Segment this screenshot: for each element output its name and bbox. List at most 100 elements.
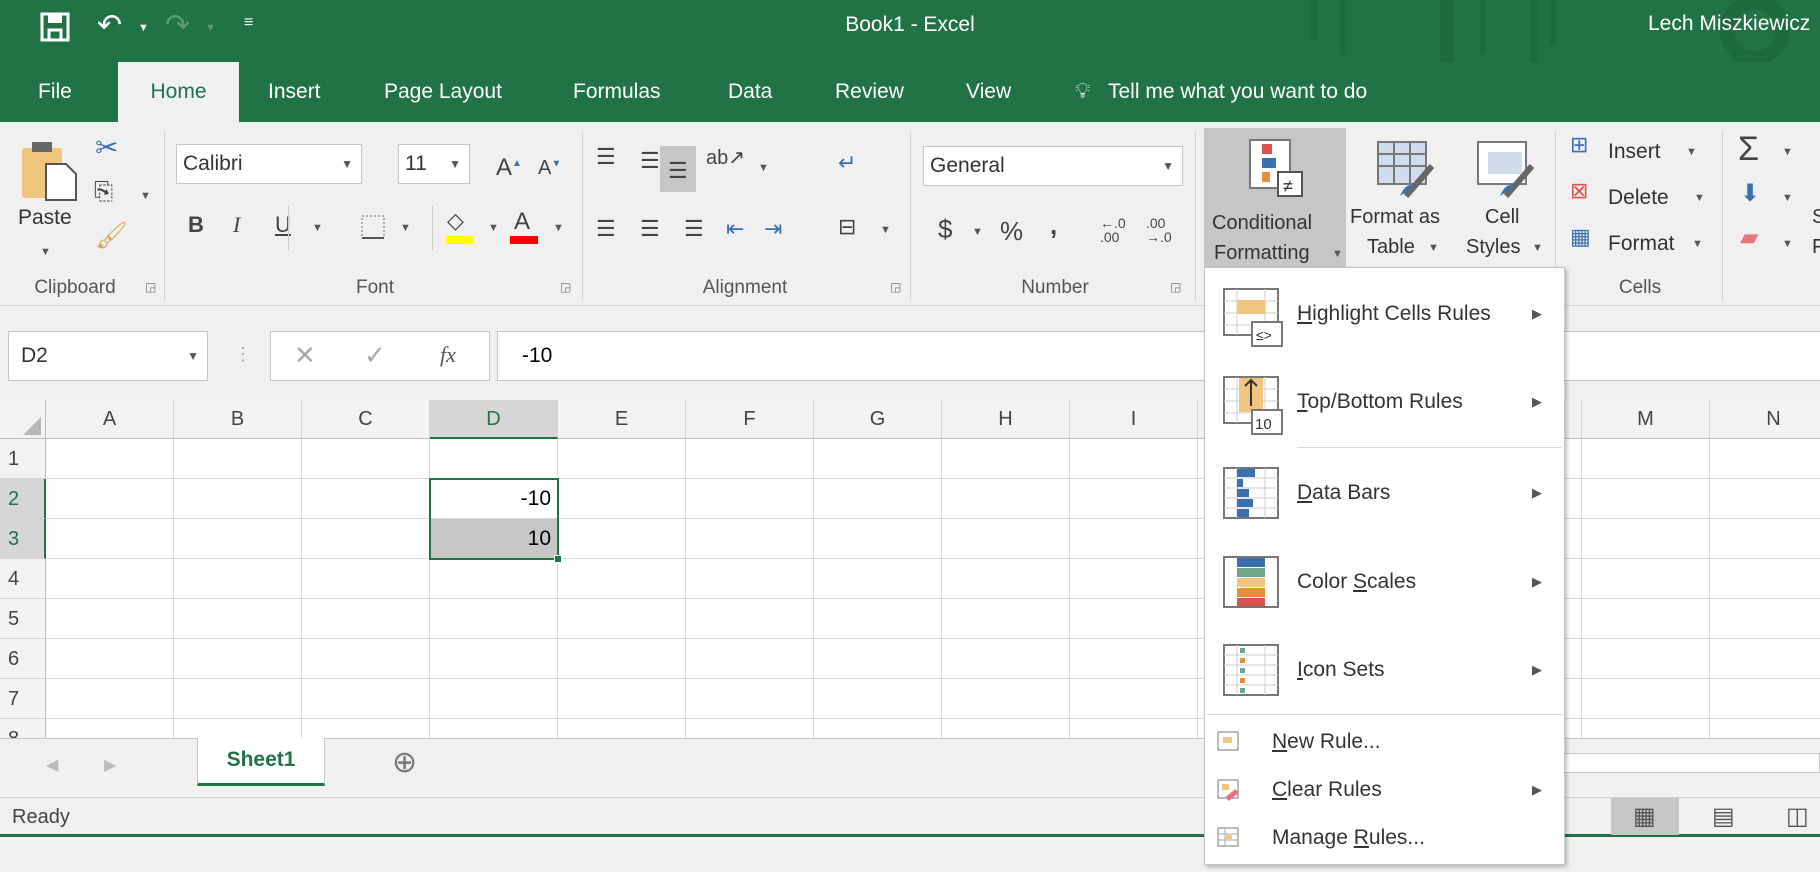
- merge-dropdown-icon[interactable]: ▼: [880, 224, 891, 236]
- cell-a7[interactable]: [46, 679, 174, 719]
- enter-icon[interactable]: ✓: [364, 340, 386, 371]
- delete-cells-icon[interactable]: ⊠: [1570, 180, 1588, 202]
- column-header-f[interactable]: F: [686, 400, 814, 439]
- cell-n3[interactable]: [1710, 519, 1820, 559]
- increase-font-size-icon[interactable]: A▲: [496, 156, 522, 180]
- page-layout-view-icon[interactable]: ▤: [1712, 802, 1735, 831]
- cell-c6[interactable]: [302, 639, 430, 679]
- cell-d5[interactable]: [430, 599, 558, 639]
- cell-n1[interactable]: [1710, 439, 1820, 479]
- tab-review[interactable]: Review: [827, 62, 912, 122]
- format-as-table-icon[interactable]: [1376, 140, 1436, 198]
- fill-down-icon[interactable]: ⬇: [1740, 182, 1760, 206]
- cell-e7[interactable]: [558, 679, 686, 719]
- cell-h7[interactable]: [942, 679, 1070, 719]
- menu-item-new-rule[interactable]: New Rule...: [1205, 720, 1564, 764]
- decrease-indent-icon[interactable]: ⇤: [726, 218, 744, 240]
- top-align-icon[interactable]: ☰: [596, 146, 616, 168]
- font-name-combo[interactable]: Calibri ▼: [176, 144, 362, 184]
- name-box[interactable]: D2 ▼: [8, 331, 208, 381]
- font-color-dropdown-icon[interactable]: ▼: [553, 222, 564, 234]
- cell-a1[interactable]: [46, 439, 174, 479]
- row-header-3[interactable]: 3: [0, 519, 46, 559]
- cell-g2[interactable]: [814, 479, 942, 519]
- user-name[interactable]: Lech Miszkiewicz: [1648, 12, 1810, 36]
- cell-b5[interactable]: [174, 599, 302, 639]
- wrap-text-icon[interactable]: ↵: [838, 152, 856, 174]
- cell-g5[interactable]: [814, 599, 942, 639]
- cell-a5[interactable]: [46, 599, 174, 639]
- normal-view-button[interactable]: ▦: [1611, 798, 1679, 835]
- cell-h4[interactable]: [942, 559, 1070, 599]
- cell-g6[interactable]: [814, 639, 942, 679]
- cell-c4[interactable]: [302, 559, 430, 599]
- increase-indent-icon[interactable]: ⇥: [764, 218, 782, 240]
- paste-label[interactable]: Paste: [18, 206, 72, 230]
- cell-g4[interactable]: [814, 559, 942, 599]
- cell-f2[interactable]: [686, 479, 814, 519]
- cell-n2[interactable]: [1710, 479, 1820, 519]
- cell-n5[interactable]: [1710, 599, 1820, 639]
- cell-n7[interactable]: [1710, 679, 1820, 719]
- tab-home[interactable]: Home: [118, 62, 239, 122]
- orientation-icon[interactable]: ab↗: [706, 148, 745, 168]
- cancel-icon[interactable]: ✕: [294, 340, 316, 371]
- scroll-sheets-right-icon[interactable]: ▶: [104, 755, 116, 775]
- cell-m8[interactable]: [1582, 719, 1710, 738]
- tab-view[interactable]: View: [958, 62, 1019, 122]
- cell-m3[interactable]: [1582, 519, 1710, 559]
- cell-d1[interactable]: [430, 439, 558, 479]
- tab-insert[interactable]: Insert: [260, 62, 329, 122]
- paste-dropdown-icon[interactable]: ▼: [40, 246, 51, 258]
- cell-d3[interactable]: 10: [430, 519, 558, 559]
- cell-d8[interactable]: [430, 719, 558, 738]
- row-header-1[interactable]: 1: [0, 439, 46, 479]
- menu-item-manage-rules[interactable]: Manage Rules...: [1205, 816, 1564, 860]
- cell-d4[interactable]: [430, 559, 558, 599]
- column-header-d[interactable]: D: [430, 400, 558, 439]
- orientation-dropdown-icon[interactable]: ▼: [758, 162, 769, 174]
- tell-me-search[interactable]: Tell me what you want to do: [1100, 62, 1375, 122]
- font-color-icon[interactable]: A: [514, 210, 530, 234]
- cell-d2[interactable]: -10: [430, 479, 558, 519]
- cell-e3[interactable]: [558, 519, 686, 559]
- cell-d6[interactable]: [430, 639, 558, 679]
- cell-a3[interactable]: [46, 519, 174, 559]
- cell-h8[interactable]: [942, 719, 1070, 738]
- increase-decimal-icon[interactable]: ←.0.00: [1100, 216, 1126, 244]
- formula-input[interactable]: -10: [497, 331, 1820, 381]
- chevron-down-icon[interactable]: ▼: [1694, 192, 1705, 204]
- tab-formulas[interactable]: Formulas: [565, 62, 669, 122]
- eraser-icon[interactable]: ▰: [1740, 226, 1758, 250]
- cell-f6[interactable]: [686, 639, 814, 679]
- row-header-5[interactable]: 5: [0, 599, 46, 639]
- copy-icon[interactable]: ⎘: [94, 180, 113, 204]
- cell-i5[interactable]: [1070, 599, 1198, 639]
- cell-e8[interactable]: [558, 719, 686, 738]
- tab-file[interactable]: File: [30, 62, 80, 122]
- row-header-4[interactable]: 4: [0, 559, 46, 599]
- row-header-6[interactable]: 6: [0, 639, 46, 679]
- fill-handle[interactable]: [554, 555, 562, 563]
- font-size-combo[interactable]: 11 ▼: [398, 144, 470, 184]
- cell-b6[interactable]: [174, 639, 302, 679]
- column-header-n[interactable]: N: [1710, 400, 1820, 439]
- cell-e2[interactable]: [558, 479, 686, 519]
- borders-icon[interactable]: [360, 214, 386, 240]
- chevron-down-icon[interactable]: ▼: [1692, 238, 1703, 250]
- copy-dropdown-icon[interactable]: ▼: [140, 190, 151, 202]
- cell-styles-icon[interactable]: [1476, 140, 1536, 198]
- cell-a4[interactable]: [46, 559, 174, 599]
- percent-button[interactable]: %: [1000, 218, 1023, 244]
- decrease-decimal-icon[interactable]: .00 →.0: [1146, 216, 1172, 244]
- row-header-7[interactable]: 7: [0, 679, 46, 719]
- chevron-down-icon[interactable]: ▼: [1782, 192, 1793, 204]
- cell-b3[interactable]: [174, 519, 302, 559]
- cell-styles-line1[interactable]: Cell: [1485, 206, 1519, 229]
- find-select-partial[interactable]: F: [1812, 236, 1820, 259]
- fill-color-icon[interactable]: ◇: [447, 210, 464, 232]
- cell-n6[interactable]: [1710, 639, 1820, 679]
- column-header-b[interactable]: B: [174, 400, 302, 439]
- cell-f7[interactable]: [686, 679, 814, 719]
- cell-m7[interactable]: [1582, 679, 1710, 719]
